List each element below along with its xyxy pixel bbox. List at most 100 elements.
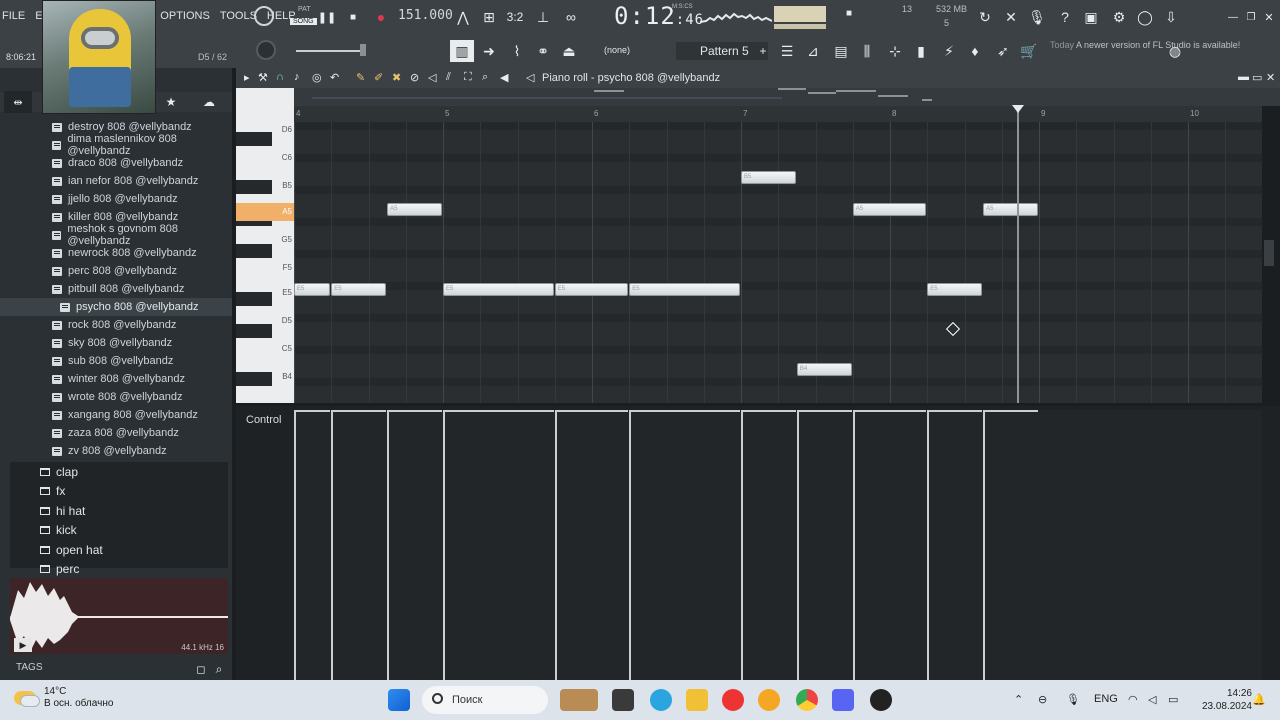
- panic-icon[interactable]: ■: [838, 2, 860, 24]
- velocity-cap[interactable]: [443, 410, 554, 412]
- project-browser-icon[interactable]: ▮: [910, 40, 932, 62]
- note[interactable]: B4: [796, 363, 852, 376]
- menu-file[interactable]: FILE: [0, 10, 27, 22]
- velocity-stem[interactable]: [387, 410, 390, 680]
- stamp-icon[interactable]: ⏏: [558, 40, 580, 62]
- tray-chevron-icon[interactable]: ⌃: [1014, 693, 1023, 706]
- widgets-icon[interactable]: [560, 689, 598, 711]
- stop-button[interactable]: ■: [342, 6, 364, 28]
- velocity-cap[interactable]: [796, 410, 852, 412]
- note[interactable]: B5: [741, 171, 796, 184]
- control-selector[interactable]: Control: [246, 414, 281, 426]
- folder-item[interactable]: perc: [10, 560, 228, 580]
- browser-item[interactable]: rock 808 @vellybandz: [0, 316, 232, 334]
- folder-item[interactable]: clap: [10, 462, 228, 482]
- velocity-stem[interactable]: [852, 410, 855, 680]
- add-pattern-icon[interactable]: +: [752, 40, 774, 62]
- wrench-icon[interactable]: ⚒: [258, 71, 268, 84]
- chat-icon[interactable]: ◯: [1134, 6, 1156, 28]
- menu-tools[interactable]: TOOLS: [218, 10, 259, 22]
- browser-item[interactable]: dima maslennikov 808 @vellybandz: [0, 133, 232, 157]
- folder-item[interactable]: hi hat: [10, 501, 228, 521]
- plugin-picker-icon[interactable]: ⊹: [884, 40, 906, 62]
- velocity-cap[interactable]: [629, 410, 740, 412]
- browser-item[interactable]: zaza 808 @vellybandz: [0, 424, 232, 442]
- slice-icon[interactable]: ⫽: [446, 71, 451, 84]
- browser-menu-icon[interactable]: ⇹: [4, 91, 32, 113]
- browser-item[interactable]: winter 808 @vellybandz: [0, 370, 232, 388]
- plugin-icon[interactable]: ⚡: [938, 40, 960, 62]
- discord-icon[interactable]: [832, 689, 854, 711]
- velocity-stem[interactable]: [331, 410, 334, 680]
- mute-tool-icon[interactable]: ◁: [428, 71, 436, 84]
- mixer-view-icon[interactable]: ⫼: [856, 40, 878, 62]
- wifi-icon[interactable]: ◠: [1128, 693, 1138, 706]
- refresh-icon[interactable]: ↻: [974, 6, 996, 28]
- start-icon[interactable]: [388, 689, 410, 711]
- mic-tray-icon[interactable]: 🎙: [1066, 693, 1080, 706]
- song-mode-button[interactable]: SONG: [290, 18, 317, 25]
- microphone-icon[interactable]: 🎙: [1026, 6, 1048, 28]
- browser-item[interactable]: psycho 808 @vellybandz: [0, 298, 232, 316]
- master-pitch-slider[interactable]: [296, 50, 360, 52]
- brush-icon[interactable]: ⌇: [506, 40, 528, 62]
- velocity-cap[interactable]: [554, 410, 629, 412]
- yandex-icon[interactable]: [722, 689, 744, 711]
- record-button[interactable]: ●: [370, 6, 392, 28]
- notification-icon[interactable]: 🔔: [1252, 693, 1266, 706]
- metronome-icon[interactable]: ⋀: [452, 6, 474, 28]
- piano-roll-vertical-scroll[interactable]: [1264, 240, 1274, 266]
- tempo-tapper-icon[interactable]: ♦: [964, 40, 986, 62]
- speaker-icon[interactable]: ◀: [500, 71, 508, 84]
- erase-icon[interactable]: ⊘: [410, 71, 419, 84]
- browser-item[interactable]: pitbull 808 @vellybandz: [0, 280, 232, 298]
- pattern-overview-scrollbar[interactable]: [236, 88, 1280, 106]
- note[interactable]: E5: [554, 283, 629, 296]
- note[interactable]: E5: [443, 283, 554, 296]
- browser-item[interactable]: sub 808 @vellybandz: [0, 352, 232, 370]
- black-key[interactable]: [236, 292, 272, 306]
- velocity-cap[interactable]: [387, 410, 442, 412]
- step-edit-icon[interactable]: ⊥: [532, 6, 554, 28]
- chrome-icon[interactable]: [796, 689, 818, 711]
- velocity-cap[interactable]: [983, 410, 1038, 412]
- black-key[interactable]: [236, 180, 272, 194]
- fl-cloud-icon[interactable]: ➶: [992, 40, 1014, 62]
- velocity-stem[interactable]: [629, 410, 632, 680]
- star-icon[interactable]: ★: [160, 91, 182, 113]
- taskbar-search[interactable]: Поиск: [422, 686, 548, 714]
- network-icon[interactable]: ⊖: [1038, 693, 1047, 706]
- piano-roll-title[interactable]: Piano roll - psycho 808 @vellybandz: [542, 72, 720, 84]
- browser-item[interactable]: wrote 808 @vellybandz: [0, 388, 232, 406]
- paint-icon[interactable]: ✐: [374, 71, 383, 84]
- piano-keyboard[interactable]: D6 C6 B5 A5 G5 F5 E5 D5 C5 B4: [236, 88, 294, 403]
- undo-icon[interactable]: ↶: [330, 71, 339, 84]
- velocity-stem[interactable]: [796, 410, 799, 680]
- loop-record-icon[interactable]: ∞: [560, 6, 582, 28]
- playhead-marker-icon[interactable]: [1012, 105, 1024, 113]
- browser-item[interactable]: sky 808 @vellybandz: [0, 334, 232, 352]
- window-max-icon[interactable]: ▭: [1252, 71, 1262, 84]
- battery-icon[interactable]: ▭: [1168, 693, 1178, 706]
- note[interactable]: A5: [852, 203, 927, 216]
- note[interactable]: A5: [387, 203, 442, 216]
- window-min-icon[interactable]: ▬: [1238, 71, 1249, 83]
- velocity-stem[interactable]: [294, 410, 296, 680]
- magnet-icon[interactable]: ∩: [276, 71, 284, 83]
- weather-widget[interactable]: 14°C В осн. облачно: [14, 686, 113, 710]
- arrow-tool-icon[interactable]: ➜: [478, 40, 500, 62]
- wait-input-icon[interactable]: ⊞: [478, 6, 500, 28]
- volume-icon[interactable]: ◁: [1148, 693, 1156, 706]
- fl-studio-icon[interactable]: [758, 689, 780, 711]
- chord-icon[interactable]: ◁: [526, 71, 534, 84]
- playlist-icon[interactable]: ☰: [776, 40, 798, 62]
- help-icon[interactable]: ?: [1054, 6, 1076, 28]
- timeline-ruler[interactable]: 4 5 6 7 8 9 10: [294, 106, 1262, 122]
- note[interactable]: E5: [629, 283, 740, 296]
- note-icon[interactable]: ♪: [294, 71, 300, 83]
- channel-rack-icon[interactable]: ▤: [830, 40, 852, 62]
- search-icon[interactable]: ⌕: [208, 658, 230, 680]
- delete-tool-icon[interactable]: ✖: [392, 71, 401, 84]
- velocity-cap[interactable]: [852, 410, 927, 412]
- cloud-icon[interactable]: ☁: [198, 91, 220, 113]
